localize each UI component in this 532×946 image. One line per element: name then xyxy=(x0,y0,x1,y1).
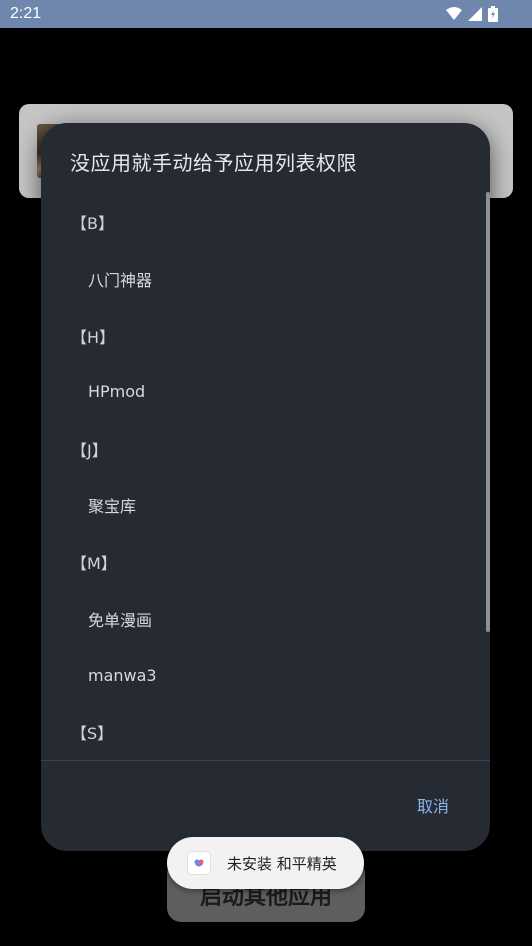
section-header-h: 【H】 xyxy=(71,327,116,347)
toast-text: 未安装 和平精英 xyxy=(227,854,337,873)
screen: 2:21 启动其他应用 没应用就手动给予应用列表权限 【B】 八门神器 【H】 … xyxy=(0,0,532,946)
dialog-title: 没应用就手动给予应用列表权限 xyxy=(70,151,357,175)
list-scrollbar[interactable] xyxy=(486,192,490,632)
list-item-app[interactable]: 免单漫画 xyxy=(41,590,490,647)
list-item-app[interactable]: manwa3 xyxy=(41,647,490,704)
dialog-divider xyxy=(41,760,490,761)
section-header-s: 【S】 xyxy=(71,723,114,743)
app-icon xyxy=(187,851,211,875)
section-header-j: 【J】 xyxy=(71,440,108,460)
list-item-app[interactable]: 聚宝库 xyxy=(41,476,490,533)
cancel-button[interactable]: 取消 xyxy=(417,793,449,817)
status-bar: 2:21 xyxy=(0,0,532,28)
section-header-m: 【M】 xyxy=(71,553,117,573)
section-header-b: 【B】 xyxy=(71,213,114,233)
toast-message: 未安装 和平精英 xyxy=(167,837,364,889)
status-icons xyxy=(446,6,498,22)
app-list-dialog: 没应用就手动给予应用列表权限 【B】 八门神器 【H】 HPmod 【J】 聚宝… xyxy=(41,123,490,851)
wifi-icon xyxy=(446,7,462,21)
list-item-app[interactable]: HPmod xyxy=(41,363,490,420)
signal-icon xyxy=(468,7,482,21)
list-item-app[interactable]: 八门神器 xyxy=(41,250,490,307)
status-time: 2:21 xyxy=(10,5,42,22)
battery-icon xyxy=(488,6,498,22)
app-list[interactable]: 【B】 八门神器 【H】 HPmod 【J】 聚宝库 【M】 免单漫画 manw… xyxy=(41,193,490,761)
